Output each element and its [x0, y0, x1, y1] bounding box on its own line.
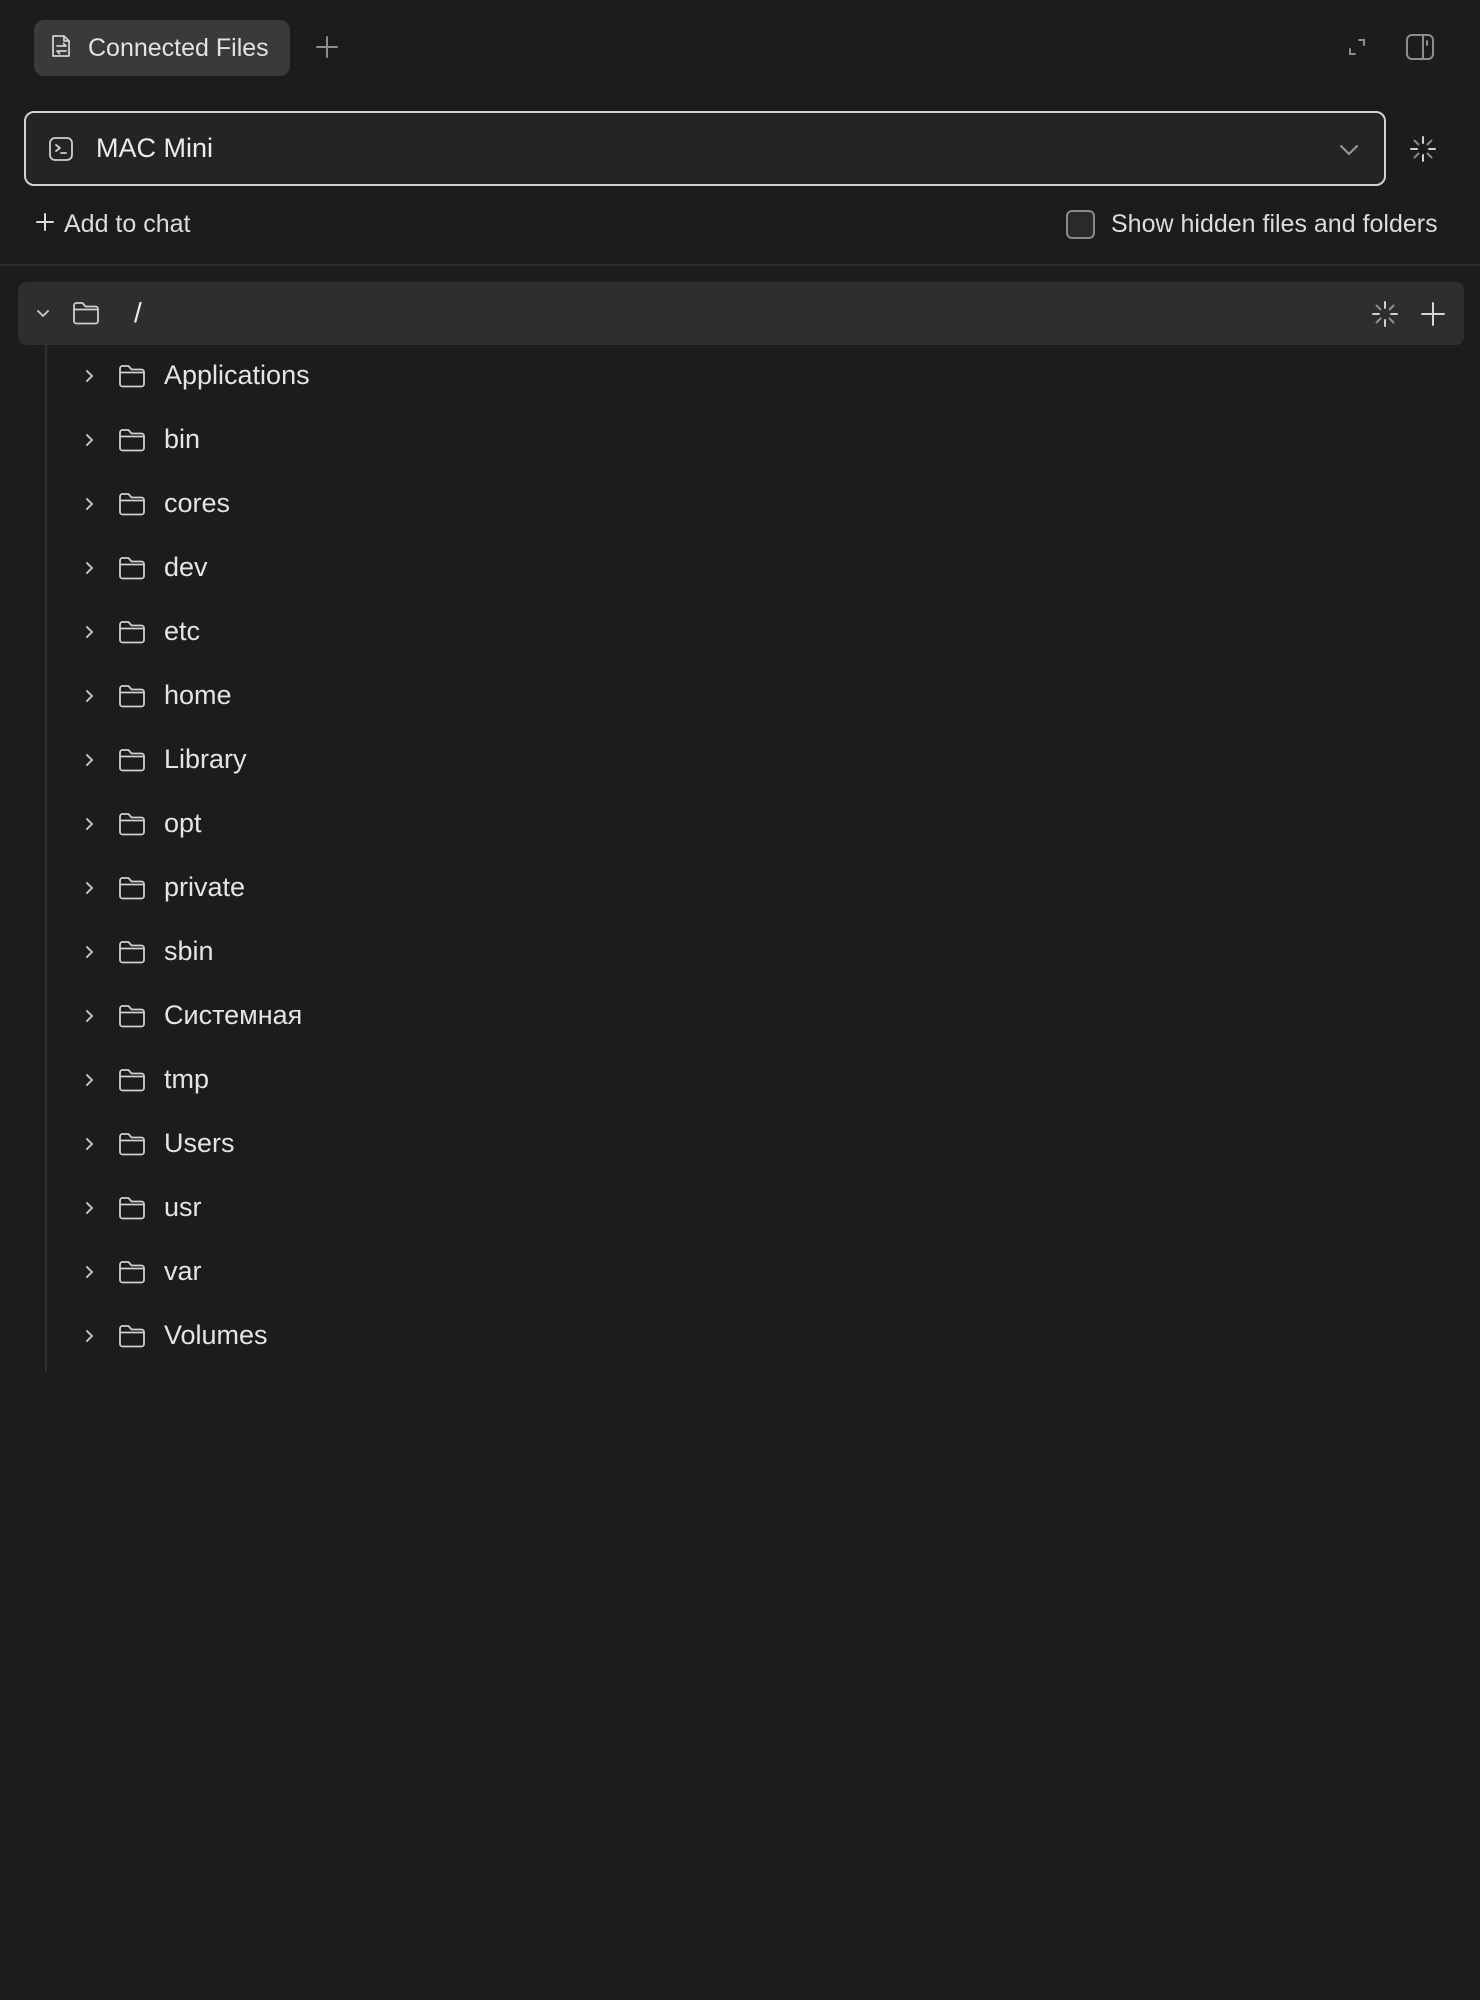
- expand-icon[interactable]: [1344, 34, 1370, 60]
- folder-icon: [116, 1000, 148, 1032]
- tree-item-name: home: [164, 680, 232, 710]
- tree-item-name: etc: [164, 616, 201, 646]
- plus-icon: [34, 211, 56, 238]
- chevron-right-icon[interactable]: [80, 623, 98, 641]
- chevron-right-icon[interactable]: [80, 879, 98, 897]
- tree-item[interactable]: Системная: [48, 985, 1448, 1049]
- chevron-right-icon[interactable]: [80, 495, 98, 513]
- folder-icon: [116, 1256, 148, 1288]
- folder-icon: [70, 297, 102, 329]
- show-hidden-toggle[interactable]: Show hidden files and folders: [1066, 206, 1438, 242]
- tree-item[interactable]: home: [48, 665, 1448, 729]
- tree-item[interactable]: cores: [48, 473, 1448, 537]
- connected-files-panel: Connected Files MAC Mini Add to chat Sho…: [0, 0, 1480, 2000]
- tree-indent-guide: [45, 345, 47, 1371]
- folder-icon: [116, 1320, 148, 1352]
- folder-icon: [116, 424, 148, 456]
- tree-item-name: Library: [164, 744, 247, 774]
- tree-item[interactable]: tmp: [48, 1049, 1448, 1113]
- tree-item-name: cores: [164, 488, 231, 518]
- chevron-right-icon[interactable]: [80, 1071, 98, 1089]
- folder-icon: [116, 1064, 148, 1096]
- show-hidden-label: Show hidden files and folders: [1111, 209, 1438, 238]
- chevron-down-icon[interactable]: [32, 302, 54, 324]
- folder-icon: [116, 1192, 148, 1224]
- folder-icon: [116, 552, 148, 584]
- tree-item[interactable]: bin: [48, 409, 1448, 473]
- tree-item-name: opt: [164, 808, 202, 838]
- tree-item[interactable]: var: [48, 1241, 1448, 1305]
- chevron-right-icon[interactable]: [80, 431, 98, 449]
- device-select[interactable]: MAC Mini: [24, 111, 1386, 186]
- folder-icon: [116, 1128, 148, 1160]
- tree-item[interactable]: Library: [48, 729, 1448, 793]
- tab-bar: Connected Files: [0, 0, 1480, 96]
- toggle-sidebar-icon[interactable]: [1404, 32, 1436, 62]
- tree-item-name: sbin: [164, 936, 214, 966]
- chevron-right-icon[interactable]: [80, 1135, 98, 1153]
- folder-icon: [116, 488, 148, 520]
- tab-connected-files[interactable]: Connected Files: [34, 20, 290, 76]
- tree-item[interactable]: private: [48, 857, 1448, 921]
- chevron-right-icon[interactable]: [80, 943, 98, 961]
- tree-item[interactable]: opt: [48, 793, 1448, 857]
- folder-icon: [116, 360, 148, 392]
- tree-item-name: bin: [164, 424, 201, 454]
- tree-item-name: usr: [164, 1192, 202, 1222]
- folder-icon: [116, 744, 148, 776]
- tree-item-name: var: [164, 1256, 202, 1286]
- tree-root-name: /: [134, 297, 142, 328]
- chevron-right-icon[interactable]: [80, 559, 98, 577]
- loading-spinner-icon: [1370, 299, 1400, 329]
- tree-item-name: dev: [164, 552, 208, 582]
- connected-files-icon: [48, 32, 76, 65]
- tree-item[interactable]: Volumes: [48, 1305, 1448, 1369]
- tree-item-name: tmp: [164, 1064, 210, 1094]
- tab-label: Connected Files: [88, 33, 269, 62]
- tree-item[interactable]: dev: [48, 537, 1448, 601]
- new-tab-button[interactable]: [312, 32, 342, 62]
- tree-item-name: private: [164, 872, 246, 902]
- device-select-value: MAC Mini: [96, 133, 214, 163]
- tree-item-name: Applications: [164, 360, 310, 390]
- chevron-down-icon: [1336, 137, 1362, 163]
- tree-item[interactable]: Users: [48, 1113, 1448, 1177]
- chevron-right-icon[interactable]: [80, 687, 98, 705]
- terminal-icon: [46, 134, 76, 164]
- tree-item[interactable]: sbin: [48, 921, 1448, 985]
- chevron-right-icon[interactable]: [80, 1327, 98, 1345]
- tree-list: Applications bin cores dev etc home Libr…: [48, 345, 1448, 1369]
- tree-item-name: Volumes: [164, 1320, 268, 1350]
- tree-item[interactable]: Applications: [48, 345, 1448, 409]
- tree-item-name: Системная: [164, 1000, 303, 1030]
- chevron-right-icon[interactable]: [80, 1263, 98, 1281]
- show-hidden-checkbox[interactable]: [1066, 209, 1095, 239]
- loading-spinner-icon: [1408, 134, 1438, 164]
- folder-icon: [116, 872, 148, 904]
- divider: [0, 264, 1480, 266]
- chevron-right-icon[interactable]: [80, 367, 98, 385]
- tree-item[interactable]: etc: [48, 601, 1448, 665]
- chevron-right-icon[interactable]: [80, 1199, 98, 1217]
- tree-root-row[interactable]: /: [18, 282, 1464, 345]
- add-to-chat-button[interactable]: Add to chat: [34, 206, 190, 242]
- folder-icon: [116, 616, 148, 648]
- folder-icon: [116, 808, 148, 840]
- folder-icon: [116, 936, 148, 968]
- folder-icon: [116, 680, 148, 712]
- add-to-chat-label: Add to chat: [64, 209, 191, 238]
- chevron-right-icon[interactable]: [80, 815, 98, 833]
- tree-item-name: Users: [164, 1128, 235, 1158]
- chevron-right-icon[interactable]: [80, 1007, 98, 1025]
- chevron-right-icon[interactable]: [80, 751, 98, 769]
- add-file-button[interactable]: [1418, 299, 1448, 329]
- tree-item[interactable]: usr: [48, 1177, 1448, 1241]
